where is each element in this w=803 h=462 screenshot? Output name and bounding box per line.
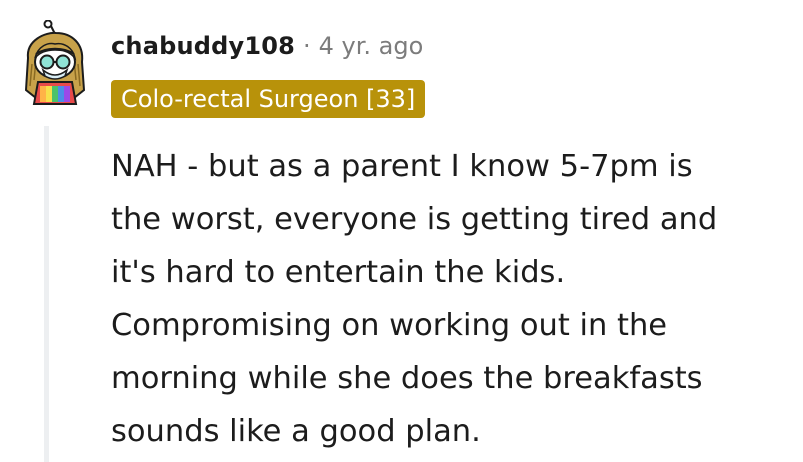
comment-timestamp[interactable]: 4 yr. ago [319,32,424,60]
comment-body-line: morning while she does the breakfasts [111,361,703,396]
comment-body-line: it's hard to entertain the kids. [111,255,566,290]
comment-body-line: the worst, everyone is getting tired and [111,202,718,237]
comment-author-link[interactable]: chabuddy108 [111,31,295,61]
user-avatar-icon[interactable] [18,20,92,106]
comment-body-line: Compromising on working out in the [111,308,668,343]
thread-line[interactable] [44,126,49,462]
comment-body-line: NAH - but as a parent I know 5-7pm is [111,149,693,184]
comment-body: NAH - but as a parent I know 5-7pm is th… [111,140,781,458]
comment: chabuddy108 · 4 yr. ago Colo-rectal Surge… [0,0,803,462]
user-flair-badge: Colo-rectal Surgeon [33] [111,80,426,118]
comment-meta: · 4 yr. ago [303,31,423,61]
comment-body-line: sounds like a good plan. [111,414,481,449]
meta-separator: · [303,32,311,60]
